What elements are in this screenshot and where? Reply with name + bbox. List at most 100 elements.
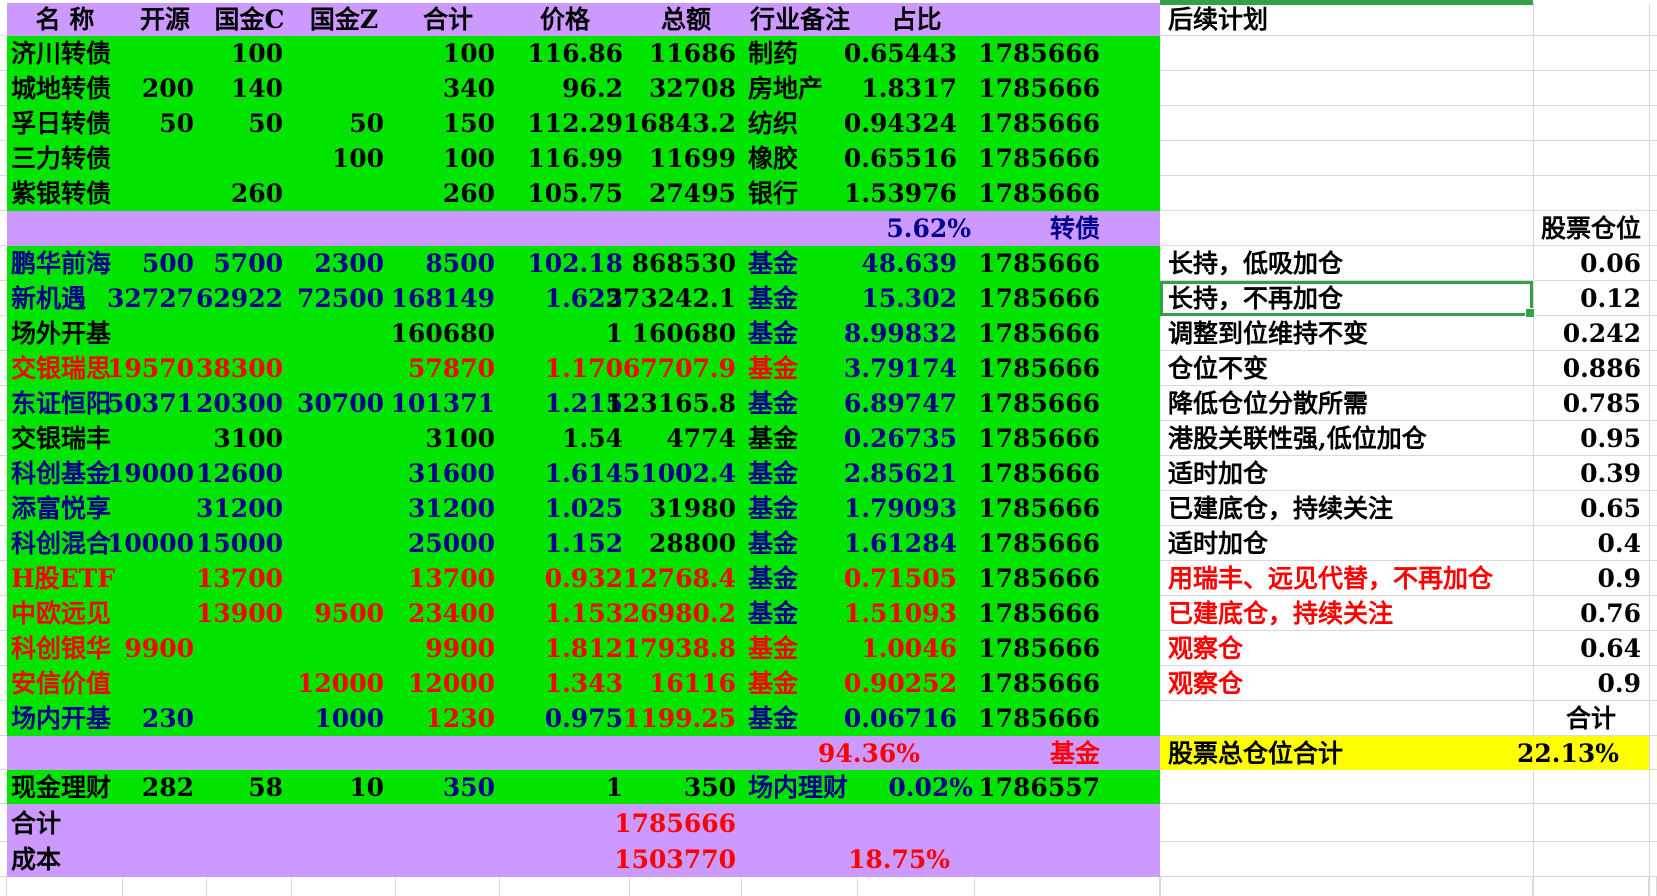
cell-header-ratio[interactable]: 占比 [858,3,975,36]
cell-kechuangjijin-ind[interactable]: 基金 [742,456,858,491]
empty-cell-chengben-note[interactable] [1160,842,1533,877]
cell-kechuanghunhe-ratio[interactable]: 1.61284 [844,526,975,561]
empty-cell-tianfu-sliver2[interactable] [1649,491,1657,526]
cell-anxin-gjz[interactable]: 12000 [292,666,396,701]
empty-cell-furi-note[interactable] [1160,106,1533,141]
empty-cell-zhongou-sliver[interactable] [0,596,7,631]
cell-jiaoyinruisi-extra[interactable]: 1785666 [975,351,1160,386]
cell-jiaoyinruifeng-note[interactable]: 港股关联性强,低位加仓 [1160,421,1533,456]
cell-penghua-ky[interactable]: 500 [123,246,207,281]
empty-cell-blank-pos[interactable] [1533,877,1649,896]
cell-jichuan-ind[interactable]: 制药 [742,36,858,71]
empty-cell-anxin-sliver2[interactable] [1649,666,1657,701]
cell-ziyin-gjc[interactable]: 260 [207,176,292,211]
empty-cell-penghua-sliver[interactable] [0,246,7,281]
cell-xinjiyu-ky[interactable]: 32727 [107,281,207,316]
cell-kechuanghunhe-gjc[interactable]: 15000 [196,526,292,561]
empty-cell-xianjin-note[interactable] [1160,770,1533,804]
cell-kechuangyinhua-ratio[interactable]: 1.0046 [858,631,975,666]
cell-jichuan-price[interactable]: 116.86 [500,36,630,71]
cell-dongzheng-extra[interactable]: 1785666 [975,386,1160,421]
cell-sep-bond-ratio[interactable]: 5.62% [858,211,975,246]
cell-penghua-extra[interactable]: 1785666 [975,246,1160,281]
empty-cell-heji-note[interactable] [1160,804,1533,842]
empty-cell-penghua-sliver2[interactable] [1649,246,1657,281]
cell-jiaoyinruifeng-extra[interactable]: 1785666 [975,421,1160,456]
cell-xinjiyu-extra[interactable]: 1785666 [975,281,1160,316]
cell-sep-bond-extra[interactable]: 转债 [975,211,1160,246]
cell-hgu-etf-note[interactable]: 用瑞丰、远见代替，不再加仓 [1160,561,1533,596]
empty-cell-chengdi-pos[interactable] [1533,71,1649,106]
cell-xianjin-ratio[interactable]: 0.02% [858,770,975,804]
empty-cell-kechuangyinhua-sliver[interactable] [0,631,7,666]
cell-kechuangjijin-extra[interactable]: 1785666 [975,456,1160,491]
cell-jiaoyinruifeng-name[interactable]: 交银瑞丰 [7,421,123,456]
empty-cell-sep-bond-note[interactable] [1160,211,1533,246]
empty-cell-furi-sliver2[interactable] [1649,106,1657,141]
empty-cell-blank-hj[interactable] [396,877,500,896]
cell-dongzheng-pos[interactable]: 0.785 [1533,386,1649,421]
empty-cell-sep-bond-sliver2[interactable] [1649,211,1657,246]
cell-penghua-name[interactable]: 鹏华前海 [7,246,123,281]
cell-jichuan-ratio[interactable]: 0.65443 [844,36,975,71]
cell-hgu-etf-name[interactable]: H股ETF [7,561,123,596]
cell-jiaoyinruisi-gjc[interactable]: 38300 [196,351,292,386]
cell-kechuanghunhe-total[interactable]: 28800 [630,526,742,561]
cell-chengdi-hj[interactable]: 340 [396,71,500,106]
cell-furi-gjz[interactable]: 50 [292,106,396,141]
empty-cell-blank-name[interactable] [7,877,123,896]
cell-anxin-hj[interactable]: 12000 [396,666,500,701]
cell-chengdi-gjc[interactable]: 140 [207,71,292,106]
cell-sanli-hj[interactable]: 100 [396,141,500,176]
cell-jiaoyinruifeng-hj[interactable]: 3100 [396,421,500,456]
empty-cell-heji-pos[interactable] [1533,804,1649,842]
cell-kechuangjijin-note[interactable]: 适时加仓 [1160,456,1533,491]
empty-cell-chengdi-note[interactable] [1160,71,1533,106]
cell-xinjiyu-note[interactable]: 长持，不再加仓 [1160,281,1533,316]
cell-jiaoyinruifeng-ind[interactable]: 基金 [742,421,858,456]
cell-ziyin-price[interactable]: 105.75 [500,176,630,211]
empty-cell-blank-sliver2[interactable] [1649,877,1657,896]
cell-kechuangyinhua-pos[interactable]: 0.64 [1533,631,1649,666]
cell-zhongou-name[interactable]: 中欧远见 [7,596,123,631]
empty-cell-jichuan-sliver2[interactable] [1649,36,1657,71]
cell-kechuanghunhe-note[interactable]: 适时加仓 [1160,526,1533,561]
cell-xinjiyu-pos[interactable]: 0.12 [1533,281,1649,316]
cell-chengben-total[interactable]: 1503770 [614,842,742,877]
cell-changwai-hj[interactable]: 160680 [391,316,500,351]
cell-header-gjz[interactable]: 国金Z [292,3,396,36]
cell-furi-hj[interactable]: 150 [396,106,500,141]
empty-cell-heji-sliver2[interactable] [1649,804,1657,842]
cell-penghua-pos[interactable]: 0.06 [1533,246,1649,281]
cell-sanli-extra[interactable]: 1785666 [975,141,1160,176]
cell-anxin-name[interactable]: 安信价值 [7,666,123,701]
cell-tianfu-extra[interactable]: 1785666 [975,491,1160,526]
empty-cell-header-sliver[interactable] [0,3,7,36]
cell-jiaoyinruifeng-total[interactable]: 4774 [630,421,742,456]
empty-cell-blank-gjz[interactable] [292,877,396,896]
empty-cell-ziyin-note[interactable] [1160,176,1533,211]
empty-cell-sanli-sliver[interactable] [0,141,7,176]
cell-xinjiyu-ind[interactable]: 基金 [742,281,858,316]
cell-sanli-total[interactable]: 11699 [630,141,742,176]
cell-xianjin-gjc[interactable]: 58 [207,770,292,804]
cell-anxin-ind[interactable]: 基金 [742,666,858,701]
empty-cell-blank-sliver[interactable] [0,877,7,896]
empty-cell-jiaoyinruisi-sliver2[interactable] [1649,351,1657,386]
cell-header-note[interactable]: 后续计划 [1160,3,1533,36]
empty-cell-sep-bond-sliver[interactable] [0,211,7,246]
cell-tianfu-total[interactable]: 31980 [630,491,742,526]
cell-tianfu-gjc[interactable]: 31200 [196,491,292,526]
cell-dongzheng-ky[interactable]: 50371 [107,386,207,421]
empty-cell-blank-note[interactable] [1160,877,1533,896]
cell-header-hj[interactable]: 合计 [396,3,500,36]
cell-dongzheng-gjz[interactable]: 30700 [292,386,396,421]
empty-cell-ziyin-pos[interactable] [1533,176,1649,211]
empty-cell-furi-sliver[interactable] [0,106,7,141]
cell-sep-bond-pos[interactable]: 股票仓位 [1533,211,1649,246]
cell-changwai-extra[interactable]: 1785666 [975,316,1160,351]
cell-kechuangyinhua-hj[interactable]: 9900 [396,631,500,666]
cell-hgu-etf-pos[interactable]: 0.9 [1533,561,1649,596]
cell-hgu-etf-hj[interactable]: 13700 [396,561,500,596]
cell-tianfu-price[interactable]: 1.025 [500,491,630,526]
